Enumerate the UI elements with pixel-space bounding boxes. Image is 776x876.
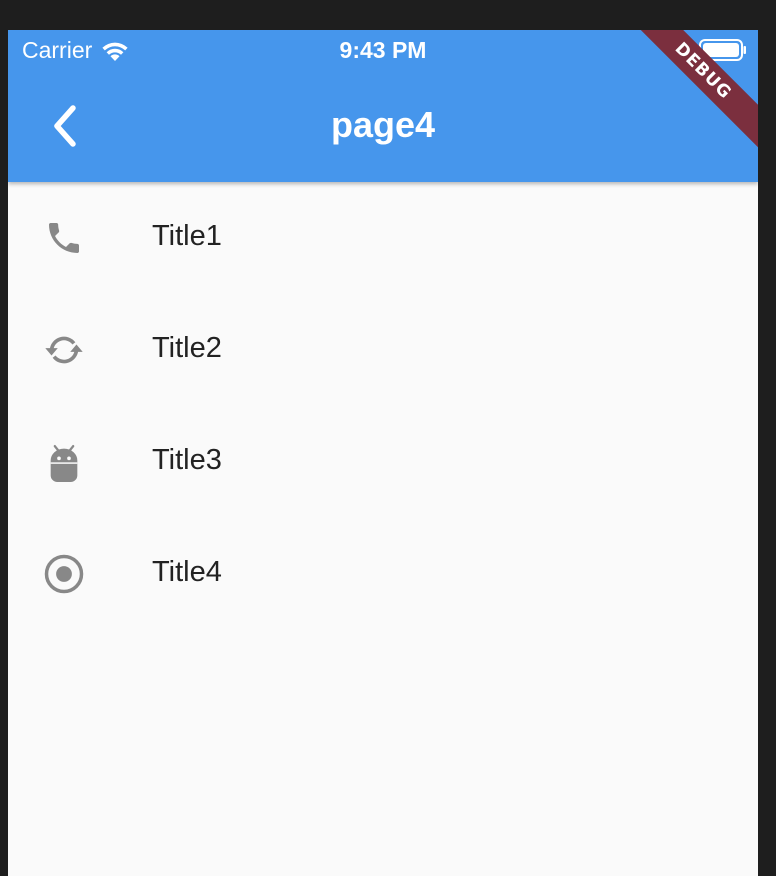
android-icon [42, 440, 86, 484]
list-item[interactable]: Title2 [8, 294, 758, 406]
sync-icon [42, 328, 86, 372]
list: Title1 Title2 Title3 Title4 [8, 182, 758, 630]
status-time: 9:43 PM [339, 37, 427, 63]
app-bar: Carrier 9:43 PM page4 [8, 30, 758, 182]
list-item-title: Title3 [152, 444, 222, 476]
list-item[interactable]: Title4 [8, 518, 758, 630]
list-item-title: Title2 [152, 332, 222, 364]
page-title: page4 [330, 104, 436, 145]
phone-icon [42, 216, 86, 260]
radio-button-checked-icon [42, 552, 86, 596]
list-item-title: Title4 [152, 556, 222, 588]
status-bar: Carrier 9:43 PM [8, 30, 758, 70]
list-item[interactable]: Title1 [8, 182, 758, 294]
list-item-title: Title1 [152, 220, 222, 252]
list-item[interactable]: Title3 [8, 406, 758, 518]
toolbar: page4 [8, 70, 758, 182]
app-screen: Carrier 9:43 PM page4 DEBUG Title1 Title… [8, 30, 758, 876]
